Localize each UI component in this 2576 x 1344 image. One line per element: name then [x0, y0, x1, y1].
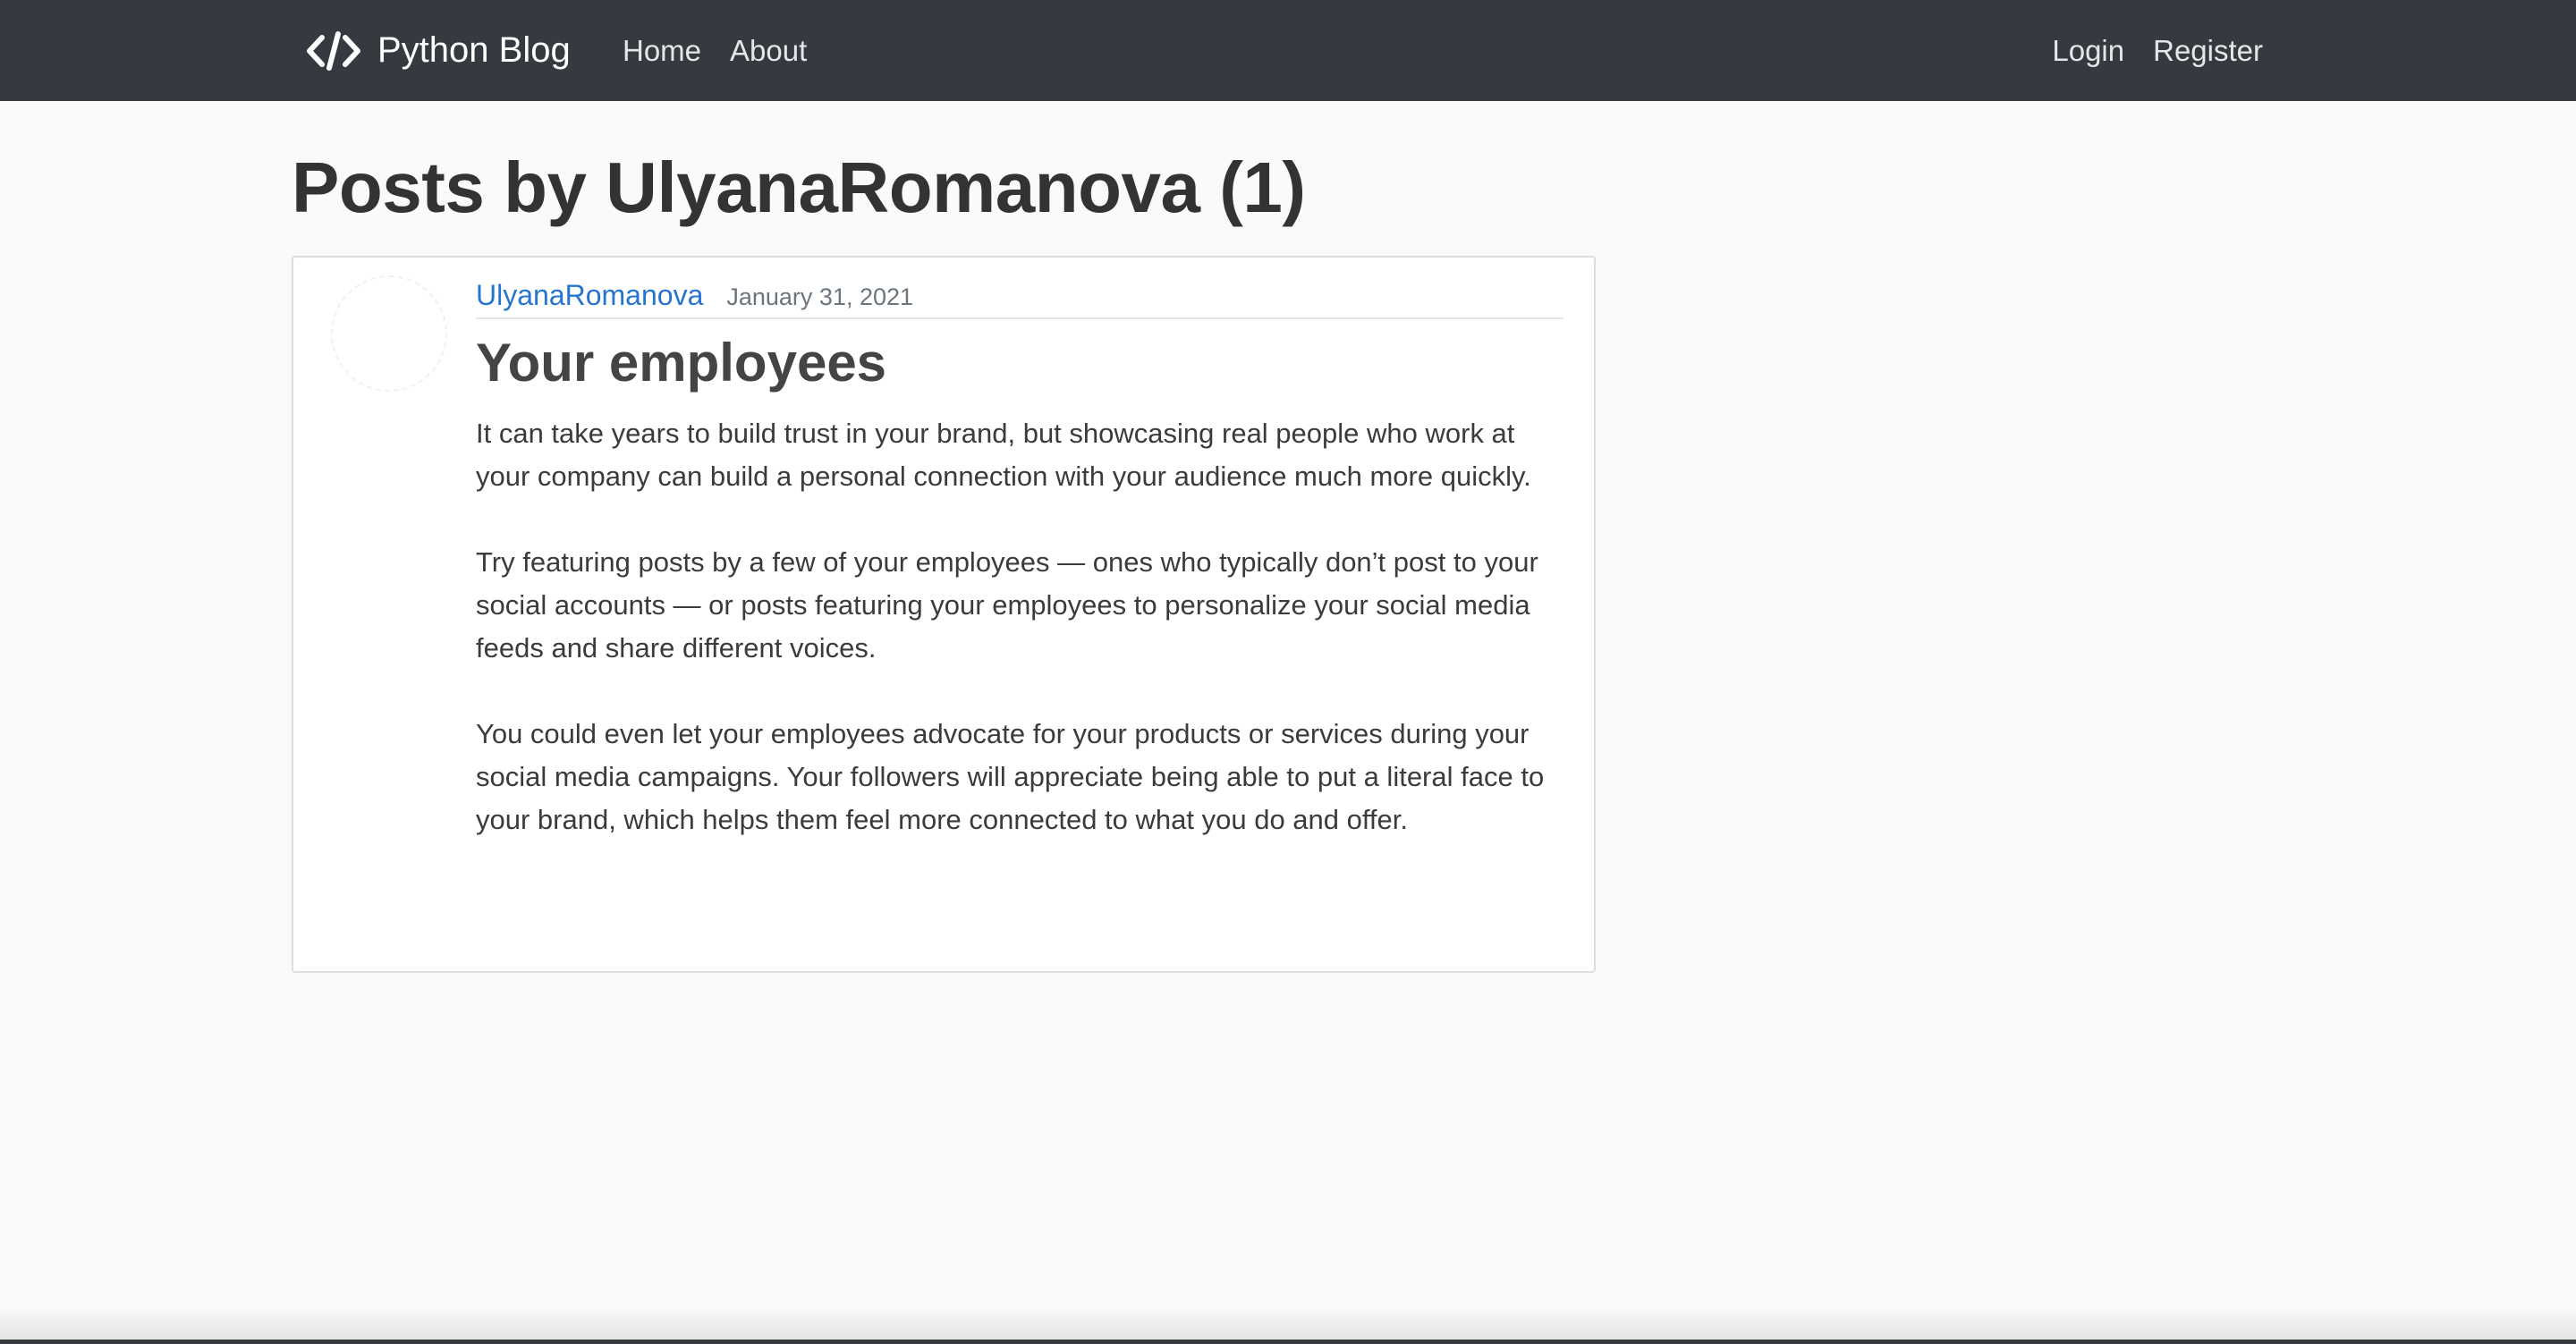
- post-author-link[interactable]: UlyanaRomanova: [476, 279, 703, 312]
- page-title: Posts by UlyanaRomanova (1): [292, 148, 1306, 227]
- nav-link-home[interactable]: Home: [623, 34, 701, 68]
- post-card: UlyanaRomanova January 31, 2021 Your emp…: [292, 256, 1596, 973]
- post-meta: UlyanaRomanova January 31, 2021: [476, 279, 1563, 319]
- nav-right-links: Login Register: [2052, 0, 2263, 101]
- nav-link-about[interactable]: About: [730, 34, 807, 68]
- post-title-link[interactable]: Your employees: [476, 332, 1563, 394]
- post-date: January 31, 2021: [726, 283, 914, 310]
- post-paragraph: Try featuring posts by a few of your emp…: [476, 546, 1538, 664]
- nav-left-links: Home About: [623, 0, 807, 101]
- window-bottom-edge: [0, 1340, 2576, 1344]
- nav-link-register[interactable]: Register: [2153, 34, 2263, 68]
- brand-label: Python Blog: [377, 30, 571, 70]
- brand-link[interactable]: Python Blog: [306, 0, 571, 101]
- post-body: UlyanaRomanova January 31, 2021 Your emp…: [476, 279, 1563, 841]
- post-paragraph: You could even let your employees advoca…: [476, 718, 1545, 835]
- post-paragraph: It can take years to build trust in your…: [476, 418, 1531, 492]
- window-bottom-shadow: [0, 1306, 2576, 1344]
- code-icon: [307, 30, 360, 71]
- avatar: [331, 275, 447, 392]
- top-navbar: Python Blog Home About Login Register: [0, 0, 2576, 101]
- post-content: It can take years to build trust in your…: [476, 412, 1563, 841]
- nav-link-login[interactable]: Login: [2052, 34, 2124, 68]
